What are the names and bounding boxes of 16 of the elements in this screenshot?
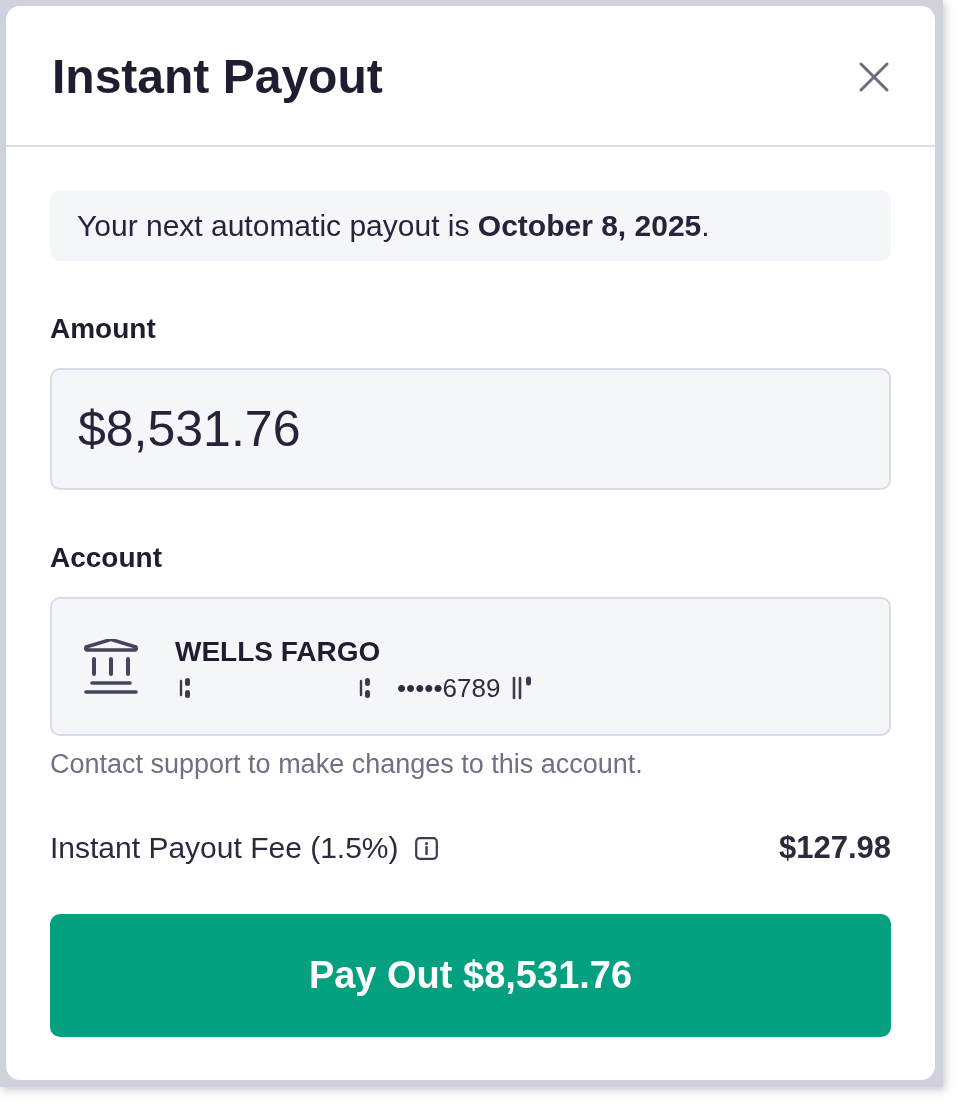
bar-dots-icon xyxy=(179,676,191,699)
amount-field[interactable]: $8,531.76 xyxy=(50,368,891,490)
help-text: Contact support to make changes to this account. xyxy=(50,749,643,779)
fee-amount: $127.98 xyxy=(778,831,891,865)
close-icon[interactable] xyxy=(859,61,889,92)
amount-label: Amount xyxy=(50,312,156,346)
account-label: Account xyxy=(50,541,162,575)
bank-icon xyxy=(83,638,139,695)
bars-icon xyxy=(512,675,534,700)
dialog-title: Instant Payout xyxy=(52,48,383,105)
info-icon[interactable] xyxy=(414,836,438,860)
bank-name: WELLS FARGO xyxy=(175,634,381,668)
fee-label: Instant Payout Fee (1.5%) xyxy=(50,831,399,865)
bar-dots-icon xyxy=(359,676,371,699)
notice-text: Your next automatic payout is October 8, 2025. xyxy=(77,207,710,244)
account-number: •••••6789 xyxy=(397,672,501,703)
